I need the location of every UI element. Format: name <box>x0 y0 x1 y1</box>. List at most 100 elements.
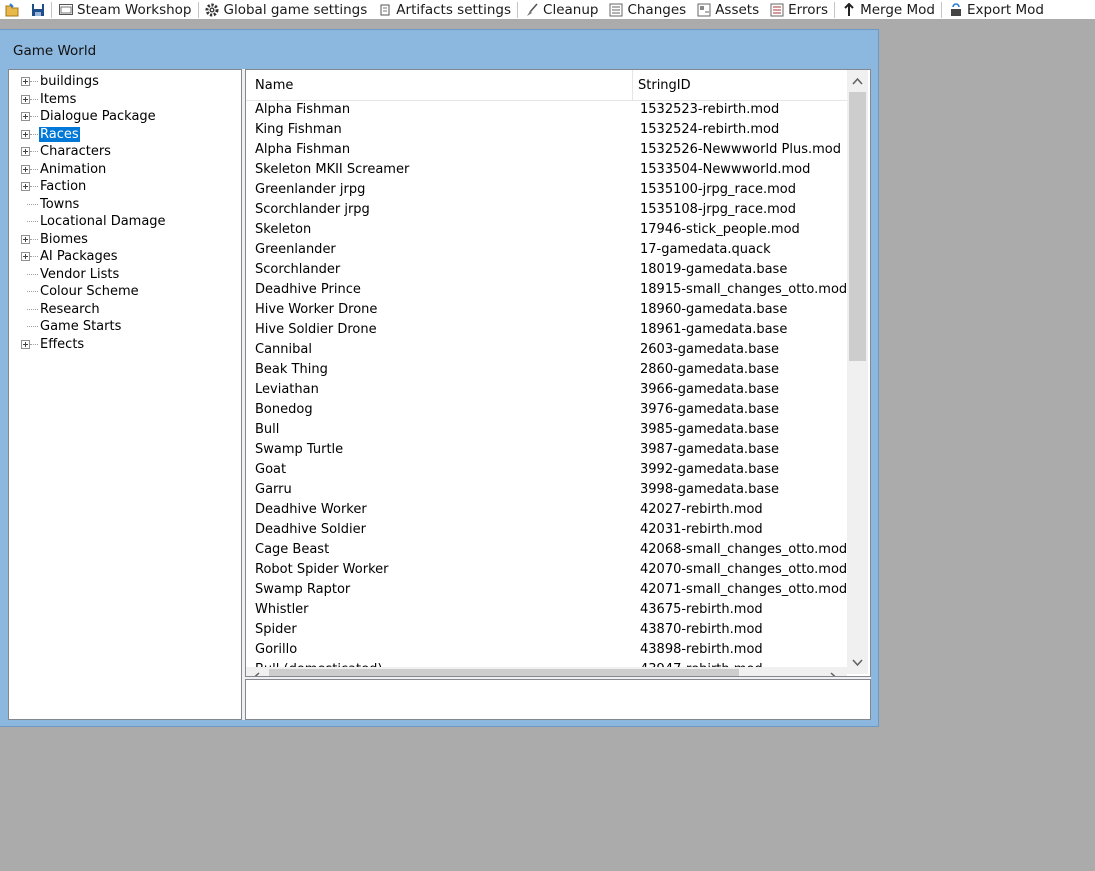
global-game-settings-button[interactable]: Global game settings <box>200 0 373 19</box>
tree-item-research[interactable]: Research <box>9 301 239 318</box>
tree-item-faction[interactable]: Faction <box>9 178 239 195</box>
tree-item-colour-scheme[interactable]: Colour Scheme <box>9 283 239 300</box>
tree-item-label: Locational Damage <box>40 214 166 229</box>
expand-plus-icon[interactable] <box>21 129 30 139</box>
column-divider[interactable] <box>632 70 633 100</box>
cell-name: Alpha Fishman <box>255 142 351 157</box>
cell-stringid: 42071-small_changes_otto.mod <box>640 582 847 597</box>
tree-item-label: Towns <box>40 196 80 212</box>
expand-plus-icon[interactable] <box>21 164 30 174</box>
horizontal-scrollbar[interactable] <box>246 667 847 676</box>
scroll-left-arrow-icon[interactable] <box>252 672 260 676</box>
table-row[interactable]: Bull 3985-gamedata.base <box>246 420 847 440</box>
table-row[interactable]: Scorchlander 18019-gamedata.base <box>246 260 847 280</box>
vertical-scroll-thumb[interactable] <box>849 92 866 361</box>
tree-item-items[interactable]: Items <box>9 91 239 108</box>
table-row[interactable]: Hive Worker Drone 18960-gamedata.base <box>246 300 847 320</box>
table-row[interactable]: Greenlander 17-gamedata.quack <box>246 240 847 260</box>
item-list[interactable]: Name StringID Alpha Fishman 1532523-rebir… <box>245 69 871 677</box>
expand-plus-icon[interactable] <box>21 112 30 121</box>
expand-plus-icon[interactable] <box>21 234 30 244</box>
merge-mod-button[interactable]: Merge Mod <box>836 0 940 19</box>
expand-plus-icon[interactable] <box>21 77 30 86</box>
cell-name: Deadhive Prince <box>255 282 361 297</box>
table-row[interactable]: Cannibal 2603-gamedata.base <box>246 340 847 360</box>
save-button[interactable] <box>25 0 50 19</box>
table-row[interactable]: Scorchlander jrpg 1535108-jrpg_race.mod <box>246 200 847 220</box>
open-folder-icon <box>5 2 20 17</box>
table-row[interactable]: Spider 43870-rebirth.mod <box>246 620 847 640</box>
table-row[interactable]: Bull (domesticated)43947-rebirth.mod <box>246 660 847 667</box>
cell-name: Scorchlander <box>255 262 341 277</box>
tree-item-biomes[interactable]: Biomes <box>9 231 239 248</box>
table-row[interactable]: Skeleton MKII Screamer 1533504-Newwworld.… <box>246 160 847 180</box>
table-row[interactable]: Beak Thing 2860-gamedata.base <box>246 360 847 380</box>
table-row[interactable]: Alpha Fishman 1532526-Newwworld Plus.mod <box>246 140 847 160</box>
table-row[interactable]: Leviathan 3966-gamedata.base <box>246 380 847 400</box>
artifacts-settings-button[interactable]: Artifacts settings <box>372 0 516 19</box>
cell-stringid: 3976-gamedata.base <box>640 402 780 417</box>
table-row[interactable]: Swamp Turtle 3987-gamedata.base <box>246 440 847 460</box>
cell-name: Greenlander jrpg <box>255 182 366 197</box>
assets-icon <box>696 2 711 17</box>
tree-item-buildings[interactable]: buildings <box>9 73 239 90</box>
tree-item-effects[interactable]: Effects <box>9 336 239 353</box>
table-row[interactable]: Alpha Fishman 1532523-rebirth.mod <box>246 100 847 120</box>
export-mod-button[interactable]: Export Mod <box>943 0 1049 19</box>
changes-icon <box>608 2 623 17</box>
category-tree[interactable]: buildings Items Dialogue Package Races Chara… <box>8 69 242 720</box>
expand-plus-icon[interactable] <box>21 339 30 349</box>
table-row[interactable]: Bonedog 3976-gamedata.base <box>246 400 847 420</box>
table-row[interactable]: King Fishman 1532524-rebirth.mod <box>246 120 847 140</box>
toolbar-separator <box>517 1 519 18</box>
tree-item-animation[interactable]: Animation <box>9 161 239 178</box>
table-row[interactable]: Deadhive Soldier 42031-rebirth.mod <box>246 520 847 540</box>
assets-button[interactable]: Assets <box>691 0 764 19</box>
cell-stringid: 17-gamedata.quack <box>640 242 771 257</box>
changes-button[interactable]: Changes <box>603 0 691 19</box>
toolbar-button-label: Errors <box>788 1 829 18</box>
tree-item-locational-damage[interactable]: Locational Damage <box>9 213 239 230</box>
vertical-scrollbar[interactable] <box>847 70 868 674</box>
table-row[interactable]: Greenlander jrpg 1535100-jrpg_race.mod <box>246 180 847 200</box>
tree-item-towns[interactable]: Towns <box>9 196 239 213</box>
horizontal-scroll-thumb[interactable] <box>269 669 739 676</box>
scroll-up-arrow-icon[interactable] <box>852 75 863 88</box>
steam-workshop-button[interactable]: Steam Workshop <box>53 0 197 19</box>
table-row[interactable]: Robot Spider Worker 42070-small_changes_o… <box>246 560 847 580</box>
expand-plus-icon[interactable] <box>21 182 30 191</box>
tree-item-ai-packages[interactable]: AI Packages <box>9 248 239 265</box>
tree-connector <box>27 308 38 310</box>
table-row[interactable]: Gorillo 43898-rebirth.mod <box>246 640 847 660</box>
table-row[interactable]: Deadhive Prince 18915-small_changes_otto.… <box>246 280 847 300</box>
tree-item-characters[interactable]: Characters <box>9 143 239 160</box>
cleanup-button[interactable]: Cleanup <box>519 0 603 19</box>
table-row[interactable]: Cage Beast 42068-small_changes_otto.mod <box>246 540 847 560</box>
table-row[interactable]: Deadhive Worker 42027-rebirth.mod <box>246 500 847 520</box>
tree-item-races[interactable]: Races <box>9 126 239 143</box>
scroll-down-arrow-icon[interactable] <box>852 657 863 670</box>
expand-plus-icon[interactable] <box>21 252 30 261</box>
tree-item-label: Biomes <box>40 231 88 247</box>
column-header-stringid[interactable]: StringID <box>638 78 691 93</box>
open-folder-button[interactable] <box>0 0 25 19</box>
table-row[interactable]: Garru 3998-gamedata.base <box>246 480 847 500</box>
toolbar-button-label: Assets <box>715 1 760 18</box>
expand-plus-icon[interactable] <box>21 94 30 104</box>
table-row[interactable]: Whistler 43675-rebirth.mod <box>246 600 847 620</box>
tree-item-game-starts[interactable]: Game Starts <box>9 318 239 335</box>
tree-item-dialogue-package[interactable]: Dialogue Package <box>9 108 239 125</box>
tree-item-label: Effects <box>40 336 85 352</box>
detail-box[interactable] <box>245 679 871 720</box>
tree-item-vendor-lists[interactable]: Vendor Lists <box>9 266 239 283</box>
scroll-right-arrow-icon[interactable] <box>830 672 838 676</box>
cell-stringid: 3985-gamedata.base <box>640 422 780 437</box>
table-row[interactable]: Hive Soldier Drone 18961-gamedata.base <box>246 320 847 340</box>
column-header-name[interactable]: Name <box>255 78 293 93</box>
toolbar-separator <box>51 1 52 18</box>
errors-button[interactable]: Errors <box>764 0 833 19</box>
table-row[interactable]: Swamp Raptor 42071-small_changes_otto.mod <box>246 580 847 600</box>
table-row[interactable]: Skeleton 17946-stick_people.mod <box>246 220 847 240</box>
table-row[interactable]: Goat 3992-gamedata.base <box>246 460 847 480</box>
expand-plus-icon[interactable] <box>21 147 30 156</box>
